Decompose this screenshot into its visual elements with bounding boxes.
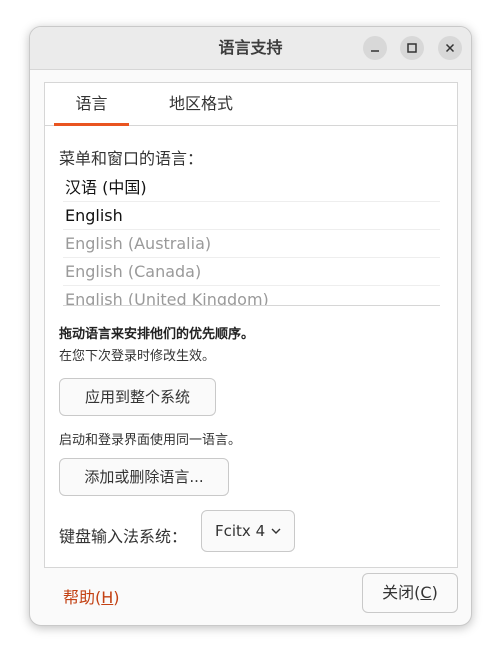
language-item[interactable]: English xyxy=(63,202,440,230)
language-item[interactable]: 汉语 (中国) xyxy=(63,174,440,202)
tab-bar: 语言 地区格式 xyxy=(45,83,457,126)
tab-panel: 语言 地区格式 菜单和窗口的语言： 汉语 (中国) English Englis… xyxy=(44,82,458,568)
title-bar[interactable]: 语言支持 xyxy=(30,27,471,70)
menus-language-label: 菜单和窗口的语言： xyxy=(59,149,204,168)
close-icon xyxy=(445,43,455,53)
keyboard-input-select[interactable]: Fcitx 4 xyxy=(201,510,295,552)
tab-regional-formats[interactable]: 地区格式 xyxy=(155,83,247,125)
language-item[interactable]: English (United Kingdom) xyxy=(63,286,440,305)
login-screen-hint: 启动和登录界面使用同一语言。 xyxy=(59,433,242,448)
chevron-down-icon xyxy=(271,528,281,534)
tab-language[interactable]: 语言 xyxy=(54,83,129,126)
minimize-button[interactable] xyxy=(363,36,387,60)
help-label-prefix: 帮助( xyxy=(63,588,102,607)
keyboard-input-value: Fcitx 4 xyxy=(215,522,266,540)
help-button[interactable]: 帮助(H) xyxy=(63,584,120,608)
effect-hint: 在您下次登录时修改生效。 xyxy=(59,349,216,364)
close-mnemonic: C xyxy=(420,583,432,602)
maximize-icon xyxy=(407,43,417,53)
close-label-suffix: ) xyxy=(431,583,438,602)
help-mnemonic: H xyxy=(101,588,114,607)
apply-system-wide-button[interactable]: 应用到整个系统 xyxy=(59,378,216,416)
language-item[interactable]: English (Australia) xyxy=(63,230,440,258)
language-list[interactable]: 汉语 (中国) English English (Australia) Engl… xyxy=(63,174,440,306)
close-window-button[interactable] xyxy=(438,36,462,60)
keyboard-input-label: 键盘输入法系统： xyxy=(59,527,188,546)
help-label-suffix: ) xyxy=(113,588,120,607)
minimize-icon xyxy=(371,50,379,52)
drag-hint: 拖动语言来安排他们的优先顺序。 xyxy=(59,327,255,342)
close-label-prefix: 关闭( xyxy=(382,583,421,602)
language-support-window: 语言支持 语言 地区格式 菜单和窗口的语言： 汉语 (中国) English E… xyxy=(29,26,472,626)
language-item[interactable]: English (Canada) xyxy=(63,258,440,286)
close-button[interactable]: 关闭(C) xyxy=(362,573,458,613)
maximize-button[interactable] xyxy=(400,36,424,60)
add-remove-languages-button[interactable]: 添加或删除语言... xyxy=(59,458,229,496)
